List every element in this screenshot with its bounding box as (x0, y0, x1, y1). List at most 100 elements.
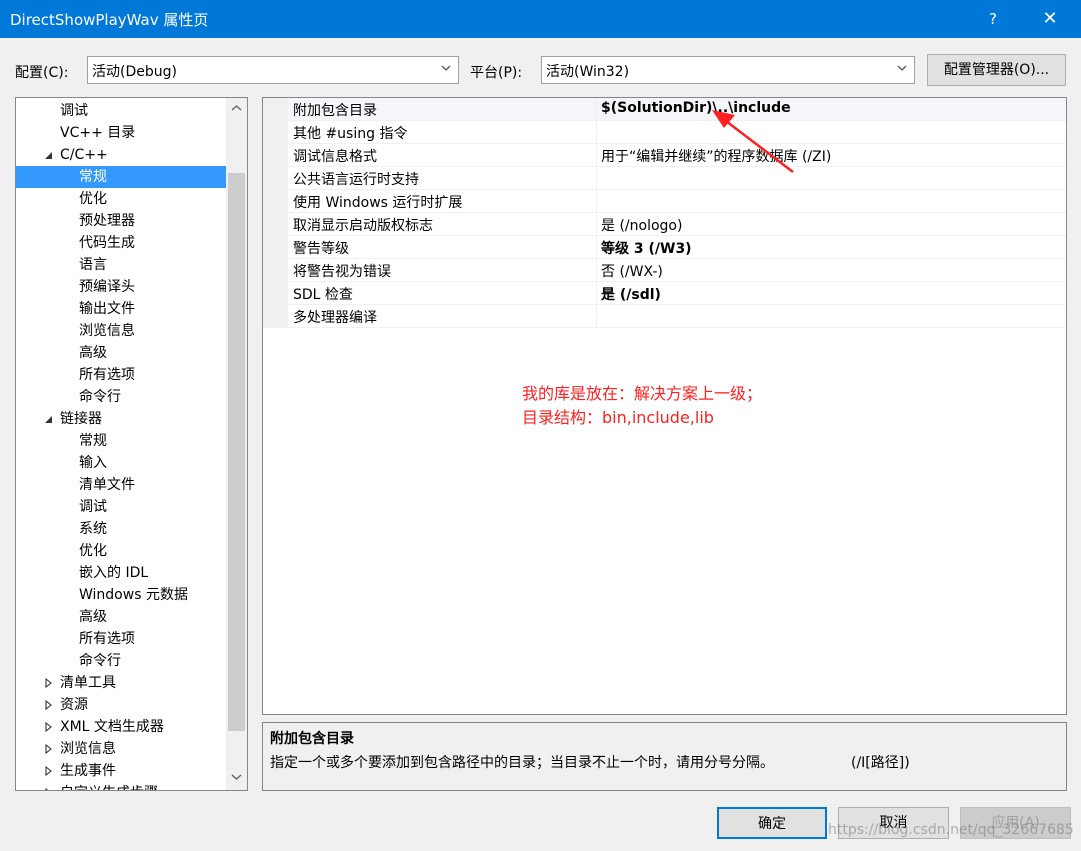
row-gutter (263, 144, 288, 166)
column-divider (596, 213, 597, 235)
help-button[interactable]: ? (976, 4, 1010, 34)
property-name: 将警告视为错误 (293, 264, 391, 280)
platform-value: 活动(Win32) (546, 64, 630, 80)
tree-item[interactable]: 资源 (16, 694, 226, 716)
collapsed-triangle-icon[interactable] (43, 788, 53, 791)
description-switch: (/I[路径]) (851, 755, 910, 771)
property-row[interactable]: 将警告视为错误 否 (/WX-) (263, 259, 1066, 282)
property-row[interactable]: 公共语言运行时支持 (263, 167, 1066, 190)
tree-item-label: 浏览信息 (60, 741, 116, 757)
tree-item[interactable]: 高级 (16, 342, 226, 364)
tree-item[interactable]: 浏览信息 (16, 320, 226, 342)
property-value[interactable]: $(SolutionDir)\..\include (601, 100, 791, 116)
collapsed-triangle-icon[interactable] (43, 744, 53, 754)
collapsed-triangle-icon[interactable] (43, 766, 53, 776)
row-gutter (263, 167, 288, 189)
column-divider (596, 190, 597, 212)
tree-item[interactable]: 所有选项 (16, 364, 226, 386)
tree-item[interactable]: 预编译头 (16, 276, 226, 298)
tree-item-label: 所有选项 (79, 631, 135, 647)
column-divider (596, 98, 597, 120)
tree-item[interactable]: 系统 (16, 518, 226, 540)
tree-item-label: 浏览信息 (79, 323, 135, 339)
property-value[interactable]: 等级 3 (/W3) (601, 238, 692, 258)
property-value[interactable]: 是 (/sdl) (601, 284, 661, 304)
row-gutter (263, 98, 288, 120)
property-name: 使用 Windows 运行时扩展 (293, 195, 463, 211)
description-text: 指定一个或多个要添加到包含路径中的目录；当目录不止一个时，请用分号分隔。 (270, 755, 774, 771)
tree-item[interactable]: C/C++ (16, 144, 226, 166)
tree-item-label: 代码生成 (79, 235, 135, 251)
tree-item[interactable]: 嵌入的 IDL (16, 562, 226, 584)
tree-item[interactable]: 浏览信息 (16, 738, 226, 760)
config-value: 活动(Debug) (92, 64, 177, 80)
expanded-triangle-icon[interactable] (43, 414, 53, 424)
tree-item-label: 预编译头 (79, 279, 135, 295)
tree-item-label: 链接器 (60, 411, 102, 427)
ok-button[interactable]: 确定 (717, 807, 827, 839)
property-row[interactable]: 附加包含目录 $(SolutionDir)\..\include (263, 98, 1066, 121)
tree-item[interactable]: 所有选项 (16, 628, 226, 650)
tree-item[interactable]: VC++ 目录 (16, 122, 226, 144)
tree-item[interactable]: 预处理器 (16, 210, 226, 232)
description-title: 附加包含目录 (270, 731, 354, 747)
property-row[interactable]: 调试信息格式 用于“编辑并继续”的程序数据库 (/ZI) (263, 144, 1066, 167)
tree-item-label: 优化 (79, 191, 107, 207)
tree-item[interactable]: 输入 (16, 452, 226, 474)
tree-item[interactable]: 常规 (16, 166, 226, 188)
tree-item[interactable]: 优化 (16, 540, 226, 562)
tree-item[interactable]: 自定义生成步骤 (16, 782, 226, 791)
tree-item-label: 清单文件 (79, 477, 135, 493)
tree-item[interactable]: 常规 (16, 430, 226, 452)
expanded-triangle-icon[interactable] (43, 150, 53, 160)
tree-item[interactable]: 优化 (16, 188, 226, 210)
property-row[interactable]: 其他 #using 指令 (263, 121, 1066, 144)
tree-scrollbar[interactable] (226, 98, 247, 790)
tree-item-label: C/C++ (60, 147, 108, 163)
row-gutter (263, 236, 288, 258)
tree-item[interactable]: 输出文件 (16, 298, 226, 320)
close-button[interactable]: ✕ (1032, 4, 1068, 34)
tree-item[interactable]: 生成事件 (16, 760, 226, 782)
tree-item[interactable]: Windows 元数据 (16, 584, 226, 606)
property-value[interactable]: 用于“编辑并继续”的程序数据库 (/ZI) (601, 146, 831, 166)
tree-item-label: 调试 (79, 499, 107, 515)
collapsed-triangle-icon[interactable] (43, 678, 53, 688)
tree-item[interactable]: 链接器 (16, 408, 226, 430)
property-row[interactable]: 警告等级 等级 3 (/W3) (263, 236, 1066, 259)
tree-item[interactable]: 命令行 (16, 650, 226, 672)
tree-item[interactable]: 清单工具 (16, 672, 226, 694)
tree-item-label: 预处理器 (79, 213, 135, 229)
row-gutter (263, 305, 288, 327)
annotation-line-1: 我的库是放在：解决方案上一级； (522, 384, 763, 403)
property-row[interactable]: 多处理器编译 (263, 305, 1066, 328)
tree-item-label: 嵌入的 IDL (79, 565, 149, 581)
tree-item[interactable]: 代码生成 (16, 232, 226, 254)
property-row[interactable]: 使用 Windows 运行时扩展 (263, 190, 1066, 213)
collapsed-triangle-icon[interactable] (43, 722, 53, 732)
config-manager-button[interactable]: 配置管理器(O)... (927, 54, 1066, 86)
tree-item-label: 常规 (79, 433, 107, 449)
platform-dropdown[interactable]: 活动(Win32) (541, 56, 915, 84)
tree-item[interactable]: 语言 (16, 254, 226, 276)
property-name: 警告等级 (293, 241, 349, 257)
platform-label: 平台(P): (470, 65, 523, 81)
tree-item[interactable]: 调试 (16, 100, 226, 122)
property-row[interactable]: 取消显示启动版权标志 是 (/nologo) (263, 213, 1066, 236)
tree-item-label: 所有选项 (79, 367, 135, 383)
tree-item[interactable]: 调试 (16, 496, 226, 518)
property-name: 多处理器编译 (293, 310, 377, 326)
tree-item[interactable]: 命令行 (16, 386, 226, 408)
property-value[interactable]: 是 (/nologo) (601, 215, 682, 235)
collapsed-triangle-icon[interactable] (43, 700, 53, 710)
property-row[interactable]: SDL 检查 是 (/sdl) (263, 282, 1066, 305)
property-value[interactable]: 否 (/WX-) (601, 261, 663, 281)
tree-item[interactable]: XML 文档生成器 (16, 716, 226, 738)
tree-item[interactable]: 高级 (16, 606, 226, 628)
chevron-down-icon[interactable] (231, 771, 242, 782)
scroll-thumb[interactable] (228, 173, 245, 731)
config-dropdown[interactable]: 活动(Debug) (87, 56, 459, 84)
chevron-up-icon[interactable] (231, 103, 242, 114)
tree-item[interactable]: 清单文件 (16, 474, 226, 496)
tree-item-label: 输入 (79, 455, 107, 471)
